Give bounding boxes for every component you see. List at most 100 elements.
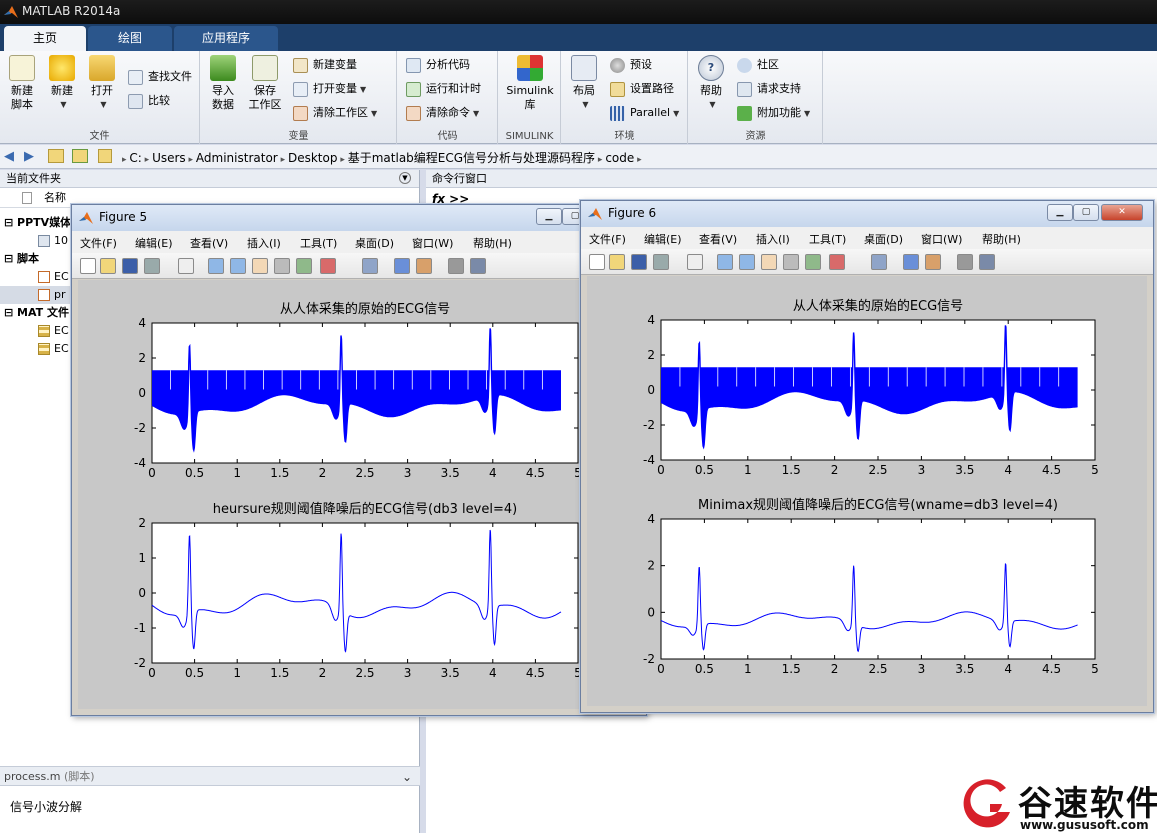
figure-plot-area[interactable]: 从人体采集的原始的ECG信号 0 0.5 1 1.5 2 2.5 3 3.5 4 4.5 5 4 2 0 -2… <box>78 280 640 709</box>
breadcrumb-separator-icon[interactable]: ▸ <box>337 155 347 165</box>
figure-menu-item[interactable]: 编辑(E) <box>644 231 682 247</box>
figure-5-axes[interactable]: 从人体采集的原始的ECG信号0 0.5 1 1.5 2 2.5 3 3.5 4 4.5 5420-2… <box>78 280 642 711</box>
figure-menu-item[interactable]: 查看(V) <box>190 235 228 251</box>
figure-menu-item[interactable]: 帮助(H) <box>473 235 512 251</box>
new-script-button[interactable]: 新建 脚本 <box>0 55 44 112</box>
figure-menu-item[interactable]: 插入(I) <box>756 231 790 247</box>
hide-tools-icon[interactable] <box>957 254 973 270</box>
minimize-button[interactable]: ▁ <box>1047 204 1073 221</box>
tree-item-script[interactable]: EC <box>38 268 69 286</box>
breadcrumb-separator-icon[interactable]: ▸ <box>634 155 642 165</box>
tree-group-mat-files[interactable]: ⊟ MAT 文件 <box>4 304 69 322</box>
breadcrumb-separator-icon[interactable]: ▸ <box>278 155 288 165</box>
open-file-icon[interactable] <box>100 258 116 274</box>
data-cursor-icon[interactable] <box>805 254 821 270</box>
zoom-out-icon[interactable] <box>739 254 755 270</box>
figure-menu-item[interactable]: 工具(T) <box>300 235 337 251</box>
tree-item-file[interactable]: 10 <box>38 232 68 250</box>
figure-window-5[interactable]: Figure 5 ▁ ▢ 文件(F) 编辑(E) 查看(V) 插入(I) 工具(T) 桌面… <box>71 204 647 716</box>
new-variable-button[interactable]: 新建变量 <box>293 55 357 75</box>
pan-icon[interactable] <box>252 258 268 274</box>
pan-icon[interactable] <box>761 254 777 270</box>
legend-icon[interactable] <box>416 258 432 274</box>
help-button[interactable]: ? 帮助 ▼ <box>689 55 733 112</box>
zoom-in-icon[interactable] <box>717 254 733 270</box>
import-data-button[interactable]: 导入 数据 <box>201 55 245 112</box>
tree-item-mat[interactable]: EC <box>38 340 69 358</box>
figure-menu-item[interactable]: 窗口(W) <box>921 231 962 247</box>
print-icon[interactable] <box>144 258 160 274</box>
run-and-time-button[interactable]: 运行和计时 <box>406 79 481 99</box>
new-figure-icon[interactable] <box>589 254 605 270</box>
save-icon[interactable] <box>122 258 138 274</box>
breadcrumb-separator-icon[interactable]: ▸ <box>595 155 605 165</box>
set-path-button[interactable]: 设置路径 <box>610 79 674 99</box>
breadcrumb-separator-icon[interactable]: ▸ <box>186 155 196 165</box>
figure-menu-item[interactable]: 桌面(D) <box>355 235 394 251</box>
link-plot-icon[interactable] <box>362 258 378 274</box>
tree-item-process-selected[interactable]: pr <box>0 286 80 304</box>
tab-apps[interactable]: 应用程序 <box>174 26 278 51</box>
figure-plot-area[interactable]: 从人体采集的原始的ECG信号 0 0.5 1 1.5 2 2.5 3 3.5 4 4.5 5 4 2 0 -2… <box>587 276 1147 706</box>
colorbar-icon[interactable] <box>394 258 410 274</box>
figure-menu-item[interactable]: 工具(T) <box>809 231 846 247</box>
show-tools-icon[interactable] <box>979 254 995 270</box>
forward-icon[interactable]: ▶ <box>24 149 34 164</box>
breadcrumb-segment[interactable]: Users <box>152 151 186 165</box>
open-button[interactable]: 打开 ▼ <box>80 55 124 112</box>
add-ons-button[interactable]: 附加功能 ▼ <box>737 103 810 123</box>
breadcrumb[interactable]: ▸ C: ▸ Users ▸ Administrator ▸ Desktop ▸… <box>122 149 642 166</box>
maximize-button[interactable]: ▢ <box>1073 204 1099 221</box>
tree-item-mat[interactable]: EC <box>38 322 69 340</box>
layout-button[interactable]: 布局 ▼ <box>562 55 606 112</box>
figure-title-bar[interactable]: Figure 5 ▁ ▢ <box>72 205 646 231</box>
breadcrumb-segment[interactable]: Desktop <box>288 151 338 165</box>
breadcrumb-segment[interactable]: code <box>605 151 634 165</box>
save-icon[interactable] <box>631 254 647 270</box>
figure-menu-item[interactable]: 桌面(D) <box>864 231 903 247</box>
breadcrumb-segment[interactable]: 基于matlab编程ECG信号分析与处理源码程序 <box>348 151 595 165</box>
minimize-button[interactable]: ▁ <box>536 208 562 225</box>
breadcrumb-segment[interactable]: Administrator <box>196 151 278 165</box>
community-button[interactable]: 社区 <box>737 55 779 75</box>
preferences-button[interactable]: 预设 <box>610 55 652 75</box>
chevron-down-icon[interactable]: ⌄ <box>402 767 412 787</box>
brush-icon[interactable] <box>829 254 845 270</box>
new-figure-icon[interactable] <box>80 258 96 274</box>
pane-menu-icon[interactable]: ▼ <box>399 172 411 184</box>
breadcrumb-separator-icon[interactable]: ▸ <box>142 155 152 165</box>
data-cursor-icon[interactable] <box>296 258 312 274</box>
tab-home[interactable]: 主页 <box>4 26 86 51</box>
figure-menu-item[interactable]: 帮助(H) <box>982 231 1021 247</box>
zoom-in-icon[interactable] <box>208 258 224 274</box>
colorbar-icon[interactable] <box>903 254 919 270</box>
open-variable-button[interactable]: 打开变量 ▼ <box>293 79 366 99</box>
legend-icon[interactable] <box>925 254 941 270</box>
browse-folder-icon[interactable] <box>72 149 88 163</box>
tree-group-pptv[interactable]: ⊟ PPTV媒体 <box>4 214 71 232</box>
rotate-icon[interactable] <box>783 254 799 270</box>
hide-tools-icon[interactable] <box>448 258 464 274</box>
clear-workspace-button[interactable]: 清除工作区 ▼ <box>293 103 377 123</box>
figure-title-bar[interactable]: Figure 6 ▁ ▢ ✕ <box>581 201 1153 227</box>
axes-box[interactable] <box>151 522 579 664</box>
edit-plot-icon[interactable] <box>178 258 194 274</box>
compare-button[interactable]: 比较 <box>128 91 170 111</box>
close-button[interactable]: ✕ <box>1101 204 1143 221</box>
print-icon[interactable] <box>653 254 669 270</box>
zoom-out-icon[interactable] <box>230 258 246 274</box>
figure-window-6[interactable]: Figure 6 ▁ ▢ ✕ 文件(F) 编辑(E) 查看(V) 插入(I) 工具(T)… <box>580 200 1154 713</box>
request-support-button[interactable]: 请求支持 <box>737 79 801 99</box>
tree-group-scripts[interactable]: ⊟ 脚本 <box>4 250 39 268</box>
up-folder-icon[interactable] <box>48 149 64 163</box>
find-files-button[interactable]: 查找文件 <box>128 67 192 87</box>
link-plot-icon[interactable] <box>871 254 887 270</box>
figure-6-axes[interactable]: 从人体采集的原始的ECG信号0 0.5 1 1.5 2 2.5 3 3.5 4 4.5 5420-2… <box>587 276 1149 708</box>
save-workspace-button[interactable]: 保存 工作区 <box>243 55 287 112</box>
show-tools-icon[interactable] <box>470 258 486 274</box>
figure-menu-item[interactable]: 插入(I) <box>247 235 281 251</box>
open-file-icon[interactable] <box>609 254 625 270</box>
analyze-code-button[interactable]: 分析代码 <box>406 55 470 75</box>
tab-plots[interactable]: 绘图 <box>88 26 172 51</box>
clear-commands-button[interactable]: 清除命令 ▼ <box>406 103 479 123</box>
